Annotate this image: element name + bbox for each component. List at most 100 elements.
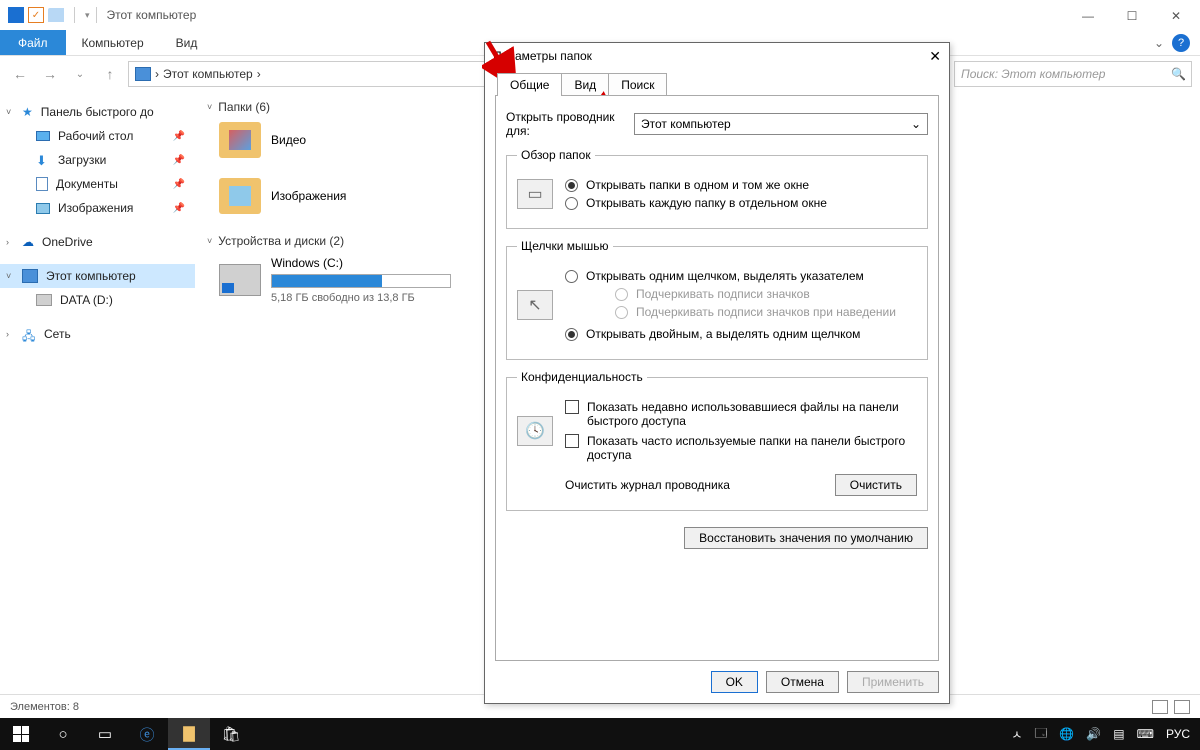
- history-dropdown[interactable]: ⌄: [68, 62, 92, 86]
- cortana-icon[interactable]: ○: [42, 718, 84, 750]
- disk-icon: [36, 294, 52, 306]
- sidebar-label: OneDrive: [42, 235, 93, 249]
- documents-icon: [36, 177, 48, 191]
- tray-overflow-icon[interactable]: ㅅ: [1011, 726, 1022, 743]
- pin-icon: 📌: [173, 131, 185, 142]
- window-titlebar: ✓ ▾ Этот компьютер: [0, 0, 1200, 30]
- item-video[interactable]: Видео: [219, 122, 306, 158]
- ok-button[interactable]: OK: [711, 671, 758, 693]
- drive-name: Windows (C:): [271, 256, 451, 270]
- clear-history-label: Очистить журнал проводника: [565, 478, 730, 492]
- click-items-legend: Щелчки мышью: [517, 239, 613, 253]
- sidebar-label: Документы: [56, 177, 118, 191]
- up-button[interactable]: ↑: [98, 62, 122, 86]
- drive-capacity-bar: [271, 274, 451, 288]
- large-icons-view-icon[interactable]: [1174, 700, 1190, 714]
- forward-button[interactable]: →: [38, 62, 62, 86]
- radio-label: Подчеркивать подписи значков при наведен…: [636, 305, 896, 319]
- radio-label: Открывать каждую папку в отдельном окне: [586, 196, 827, 210]
- minimize-button[interactable]: —: [1066, 2, 1110, 30]
- nav-pane: ˅★Панель быстрого до Рабочий стол📌 ⬇Загр…: [0, 92, 195, 716]
- sidebar-quick-access[interactable]: ˅★Панель быстрого до: [0, 100, 195, 124]
- qat-dropdown-icon[interactable]: ▾: [85, 10, 90, 21]
- sidebar-label: Загрузки: [58, 153, 106, 167]
- radio-new-window[interactable]: [565, 197, 578, 210]
- details-view-icon[interactable]: [1152, 700, 1168, 714]
- sidebar-pictures[interactable]: Изображения📌: [0, 196, 195, 220]
- breadcrumb[interactable]: Этот компьютер: [163, 67, 253, 81]
- privacy-fieldset: Конфиденциальность 🕓 Показать недавно ис…: [506, 370, 928, 511]
- dialog-close-button[interactable]: ✕: [929, 48, 941, 65]
- group-label: Устройства и диски (2): [218, 234, 344, 248]
- chevron-down-icon: ⌄: [911, 117, 921, 131]
- sidebar-data-drive[interactable]: DATA (D:): [0, 288, 195, 312]
- dialog-titlebar[interactable]: Параметры папок ✕: [485, 43, 949, 69]
- start-button[interactable]: [0, 718, 42, 750]
- help-icon[interactable]: ?: [1172, 34, 1190, 52]
- radio-underline-hover: [615, 306, 628, 319]
- maximize-button[interactable]: ☐: [1110, 2, 1154, 30]
- sidebar-this-pc[interactable]: ˅Этот компьютер: [0, 264, 195, 288]
- check-label: Показать недавно использовавшиеся файлы …: [587, 400, 917, 428]
- radio-same-window[interactable]: [565, 179, 578, 192]
- clear-button[interactable]: Очистить: [835, 474, 917, 496]
- check-frequent-folders[interactable]: [565, 434, 579, 448]
- dialog-footer: OK Отмена Применить: [485, 661, 949, 703]
- view-tab[interactable]: Вид: [160, 30, 214, 55]
- pictures-icon: [36, 203, 50, 214]
- store-icon[interactable]: 🛍: [210, 718, 252, 750]
- check-recent-files[interactable]: [565, 400, 579, 414]
- battery-icon[interactable]: 🗔: [1034, 724, 1047, 745]
- cloud-icon: ☁: [22, 235, 34, 249]
- volume-icon[interactable]: 🔊: [1086, 727, 1101, 741]
- back-button[interactable]: ←: [8, 62, 32, 86]
- search-box[interactable]: Поиск: Этот компьютер 🔍: [954, 61, 1192, 87]
- taskbar: ○ ▭ ⓔ ▇ 🛍 ㅅ 🗔 🌐 🔊 ▤ ⌨ РУС: [0, 718, 1200, 750]
- cancel-button[interactable]: Отмена: [766, 671, 839, 693]
- keyboard-icon[interactable]: ⌨: [1137, 727, 1154, 741]
- qat-new-folder-icon[interactable]: [48, 8, 64, 22]
- item-pictures[interactable]: Изображения: [219, 178, 346, 214]
- network-icon: 🖧: [22, 327, 36, 341]
- file-tab[interactable]: Файл: [0, 30, 66, 55]
- edge-icon[interactable]: ⓔ: [126, 718, 168, 750]
- sidebar-onedrive[interactable]: ›☁OneDrive: [0, 230, 195, 254]
- close-button[interactable]: ✕: [1154, 2, 1198, 30]
- quick-access-toolbar: ✓ ▾: [8, 7, 90, 23]
- sidebar-desktop[interactable]: Рабочий стол📌: [0, 124, 195, 148]
- open-explorer-combo[interactable]: Этот компьютер ⌄: [634, 113, 928, 135]
- restore-defaults-button[interactable]: Восстановить значения по умолчанию: [684, 527, 928, 549]
- computer-tab[interactable]: Компьютер: [66, 30, 160, 55]
- crumb-sep[interactable]: ›: [257, 67, 261, 81]
- radio-single-click[interactable]: [565, 270, 578, 283]
- tab-general[interactable]: Общие: [497, 73, 562, 96]
- explorer-icon[interactable]: ▇: [168, 718, 210, 750]
- tab-view[interactable]: Вид: [561, 73, 609, 96]
- drive-info: Windows (C:) 5,18 ГБ свободно из 13,8 ГБ: [271, 256, 451, 304]
- system-menu-icon[interactable]: [8, 7, 24, 23]
- apply-button[interactable]: Применить: [847, 671, 939, 693]
- network-icon[interactable]: 🌐: [1059, 727, 1074, 741]
- dialog-tabs: Общие Вид Поиск: [497, 73, 949, 96]
- sidebar-network[interactable]: ›🖧Сеть: [0, 322, 195, 346]
- tab-search[interactable]: Поиск: [608, 73, 667, 96]
- combo-value: Этот компьютер: [641, 117, 731, 131]
- separator: [74, 7, 75, 23]
- radio-label: Открывать одним щелчком, выделять указат…: [586, 269, 864, 283]
- ribbon-collapse-icon[interactable]: ⌄: [1154, 36, 1164, 50]
- check-label: Показать часто используемые папки на пан…: [587, 434, 917, 462]
- radio-double-click[interactable]: [565, 328, 578, 341]
- sidebar-label: Сеть: [44, 327, 71, 341]
- window-buttons: — ☐ ✕: [1066, 2, 1198, 30]
- sidebar-downloads[interactable]: ⬇Загрузки📌: [0, 148, 195, 172]
- language-indicator[interactable]: РУС: [1166, 727, 1190, 741]
- click-items-fieldset: Щелчки мышью ↖ Открывать одним щелчком, …: [506, 239, 928, 360]
- task-view-icon[interactable]: ▭: [84, 718, 126, 750]
- sidebar-documents[interactable]: Документы📌: [0, 172, 195, 196]
- radio-label: Открывать папки в одном и том же окне: [586, 178, 809, 192]
- qat-properties-icon[interactable]: ✓: [28, 7, 44, 23]
- folder-options-dialog: Параметры папок ✕ Общие Вид Поиск Открыт…: [484, 42, 950, 704]
- open-explorer-label: Открыть проводник для:: [506, 110, 626, 138]
- action-center-icon[interactable]: ▤: [1113, 727, 1124, 741]
- item-label: Изображения: [271, 189, 346, 203]
